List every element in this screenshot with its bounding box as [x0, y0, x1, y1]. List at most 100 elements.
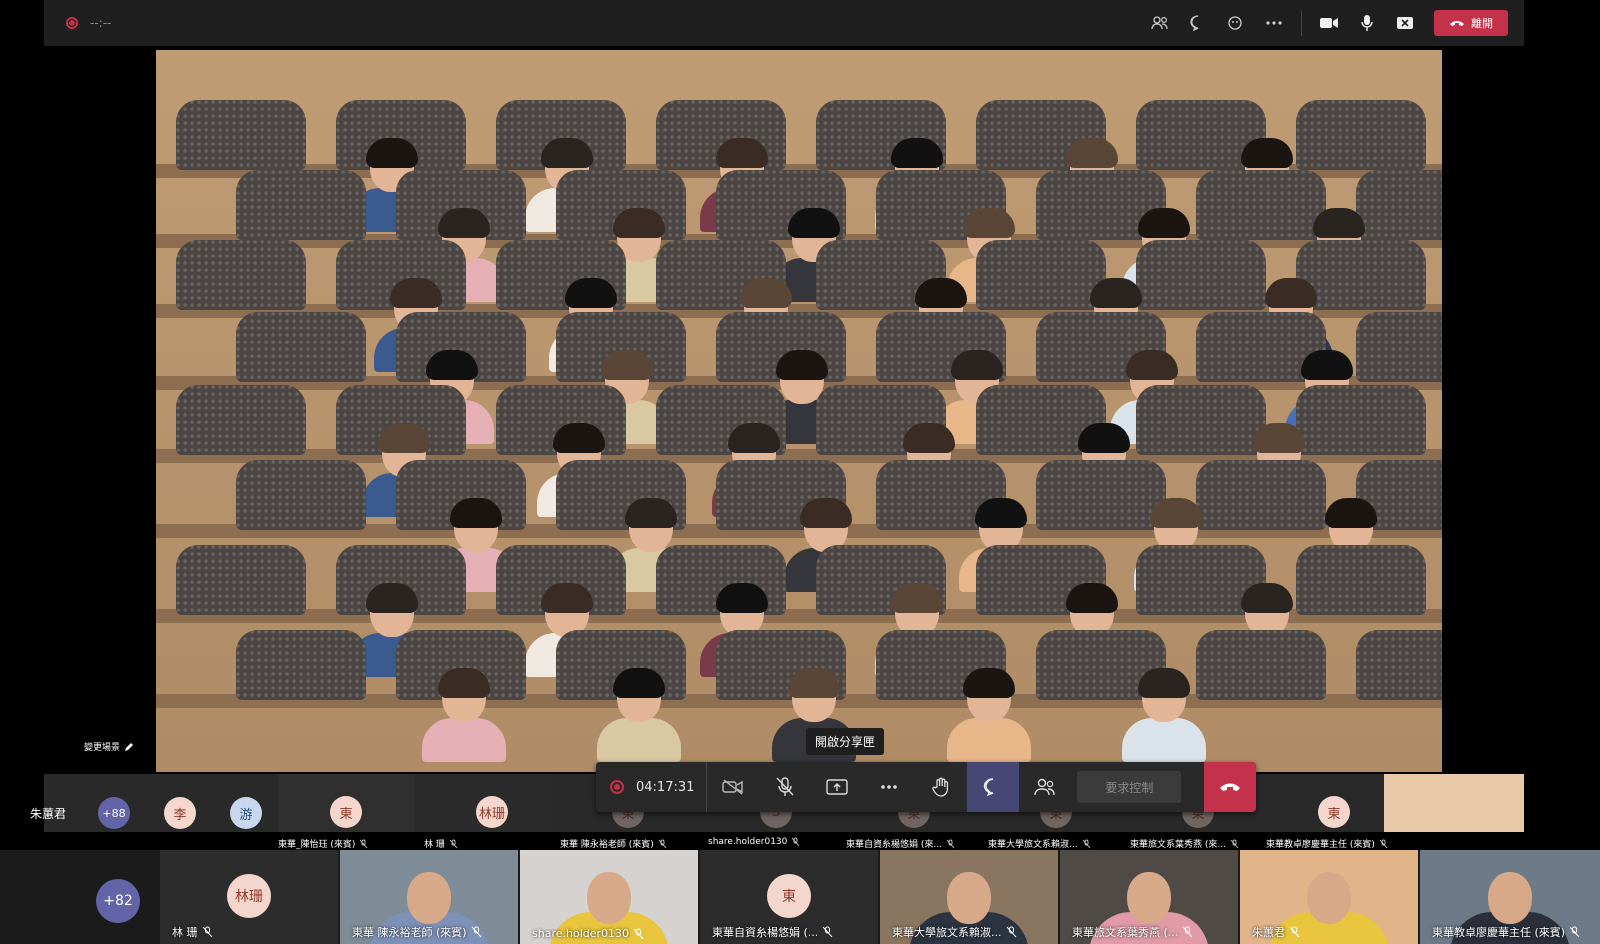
raise-hand-button[interactable]	[915, 762, 967, 812]
more-button[interactable]	[1255, 8, 1293, 38]
participant-hair	[975, 498, 1027, 528]
participant-hair	[366, 583, 418, 613]
theater-seat	[176, 545, 306, 615]
mic-off-icon	[1289, 926, 1300, 938]
participant-video-tile[interactable]: 東華教卓廖慶華主任 (來賓)	[1420, 850, 1600, 944]
participant-hair	[1253, 423, 1305, 453]
participant-avatar[interactable]: 東	[1318, 796, 1350, 828]
participant-hair	[963, 668, 1015, 698]
mic-off-icon	[449, 839, 458, 848]
participant-name-label: 東華大學旅文系賴淑...	[892, 924, 1017, 940]
mic-off-icon	[1082, 839, 1090, 848]
more-participants-badge[interactable]: +88	[98, 797, 130, 829]
participant-hair	[800, 498, 852, 528]
mic-off-icon	[776, 777, 794, 796]
camera-button[interactable]	[1310, 8, 1348, 38]
hangup-icon	[1450, 21, 1464, 26]
participant-body	[947, 718, 1031, 762]
theater-seat	[1296, 100, 1426, 170]
participant-video-tile[interactable]: 朱蕙君	[1240, 850, 1418, 944]
participant-face	[587, 872, 631, 924]
participant-name-label: 東華大學旅文系賴淑...	[988, 837, 1091, 850]
participant-hair	[891, 583, 943, 613]
more-actions-button[interactable]	[863, 762, 915, 812]
mic-off-icon	[360, 839, 368, 848]
participant-hair	[963, 208, 1015, 238]
participant-avatar-tile[interactable]: 林珊林 珊	[160, 850, 338, 944]
mic-off-icon	[792, 837, 800, 847]
stop-share-icon	[1397, 17, 1413, 29]
participant-hair	[565, 278, 617, 308]
participant-video-tile[interactable]: 東華 陳永裕老師 (來賓)	[340, 850, 518, 944]
mic-off-icon	[1379, 839, 1388, 848]
participant-hair	[716, 583, 768, 613]
chat-icon	[1190, 15, 1199, 31]
stop-sharing-button[interactable]	[1386, 8, 1424, 38]
hangup-icon	[1220, 783, 1240, 791]
participant-avatar[interactable]: 林珊	[476, 796, 508, 828]
change-scene-label: 變更場景	[84, 743, 121, 753]
request-control-button[interactable]: 要求控制	[1077, 771, 1182, 803]
participant-name-label: 東華旅文系葉秀燕 (來...	[1130, 837, 1239, 850]
participant-avatar[interactable]: 游	[230, 797, 262, 829]
recording-icon	[610, 780, 624, 794]
participant-avatar[interactable]: 李	[164, 797, 196, 829]
theater-seat	[176, 100, 306, 170]
participant-hair	[915, 278, 967, 308]
mic-off-icon	[822, 926, 833, 938]
chat-toggle-button[interactable]	[967, 762, 1020, 812]
participant-hair	[1066, 138, 1118, 168]
participant-video-tile[interactable]: 東華大學旅文系賴淑...	[880, 850, 1058, 944]
share-tray-button[interactable]	[811, 762, 863, 812]
participant-name-label: 林 珊	[172, 924, 213, 940]
participant-hair	[366, 138, 418, 168]
reactions-button[interactable]	[1217, 8, 1255, 38]
participant-hair	[390, 278, 442, 308]
mic-off-icon	[1230, 839, 1239, 848]
participant-hair	[716, 138, 768, 168]
participant-hair	[1066, 583, 1118, 613]
leave-button[interactable]: 離開	[1434, 10, 1508, 36]
participant-name-label: 東華 陳永裕老師 (來賓)	[560, 837, 667, 850]
participant-avatar[interactable]: 東	[330, 796, 362, 828]
people-icon	[1151, 16, 1168, 30]
share-tray-tooltip: 開啟分享匣	[806, 728, 885, 755]
participant-hair	[1138, 208, 1190, 238]
participant-hair	[1265, 278, 1317, 308]
more-participants-badge[interactable]: +82	[96, 879, 140, 923]
mic-off-icon	[633, 928, 644, 939]
leave-label: 離開	[1471, 17, 1493, 30]
theater-seat	[236, 630, 366, 700]
participant-video-tile[interactable]: 東華旅文系葉秀燕 (...	[1060, 850, 1238, 944]
participant-hair	[541, 583, 593, 613]
theater-seat	[1356, 630, 1442, 700]
participants-toggle-button[interactable]	[1019, 762, 1071, 812]
mic-off-icon	[658, 839, 667, 848]
recording-indicator: 04:17:31	[596, 762, 708, 812]
participant-name-label: 東華_陳怡珏 (來賓)	[278, 837, 368, 850]
participants-button[interactable]	[1141, 8, 1179, 38]
participant-avatar-tile[interactable]: 東東華自資糸楊悠娟 (...	[700, 850, 878, 944]
mic-toggle-button[interactable]	[759, 762, 811, 812]
participant-hair	[613, 668, 665, 698]
participant-face	[947, 872, 991, 924]
hang-up-button[interactable]	[1204, 762, 1256, 812]
mic-button[interactable]	[1348, 8, 1386, 38]
participant-hair	[625, 498, 677, 528]
camera-toggle-button[interactable]	[707, 762, 759, 812]
participant-hair	[438, 668, 490, 698]
participant-name-label: 東華 陳永裕老師 (來賓)	[352, 924, 482, 940]
theater-seat	[1296, 545, 1426, 615]
participant-video-tile[interactable]: share.holder0130	[520, 850, 698, 944]
participant-hair	[553, 423, 605, 453]
participant-face	[1127, 872, 1171, 924]
participant-avatar	[418, 668, 508, 762]
participant-name-label: share.holder0130	[532, 927, 644, 940]
together-mode-stage	[156, 50, 1442, 772]
more-icon	[1266, 21, 1282, 25]
mic-off-icon	[946, 839, 955, 848]
pencil-icon	[125, 742, 134, 751]
chat-button[interactable]	[1179, 8, 1217, 38]
change-scene-button[interactable]: 變更場景	[84, 740, 134, 753]
divider	[1301, 10, 1302, 36]
